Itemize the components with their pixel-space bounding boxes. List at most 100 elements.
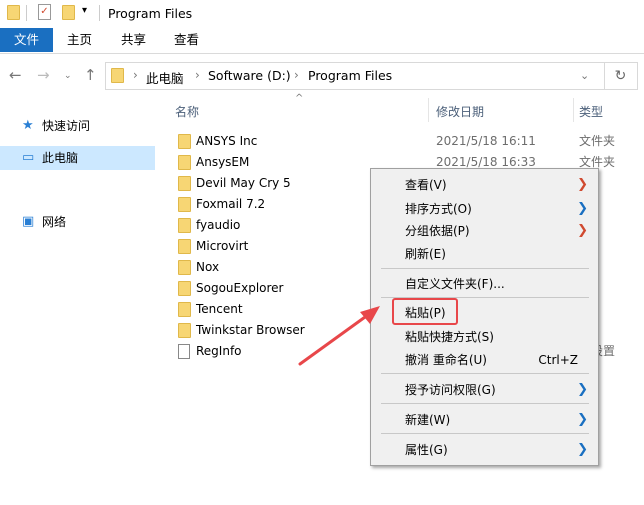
computer-icon: ▭	[22, 150, 35, 165]
file-name: Nox	[196, 260, 220, 274]
file-date: 2021/5/18 16:11	[436, 134, 536, 148]
folder-icon	[178, 302, 191, 317]
paste-highlight-box	[392, 298, 458, 325]
menu-item[interactable]: 排序方式(O) ❯	[371, 198, 598, 220]
annotation-arrow	[298, 306, 380, 366]
menu-item[interactable]: 授予访问权限(G) ❯	[371, 379, 598, 401]
menu-item[interactable]: 粘贴快捷方式(S)	[371, 326, 598, 348]
sidebar-item-network[interactable]: ▣ 网络	[0, 210, 155, 234]
menu-item-shortcut: Ctrl+Z	[538, 353, 578, 367]
chevron-down-icon[interactable]: ⌄	[580, 69, 589, 82]
menu-item-label: 刷新(E)	[405, 247, 446, 261]
column-header-name[interactable]: 名称	[175, 103, 199, 123]
breadcrumb-this-pc[interactable]: 此电脑	[146, 68, 184, 87]
recent-dropdown-icon[interactable]: ⌄	[64, 71, 72, 81]
sidebar-item-quick-access[interactable]: ★ 快速访问	[0, 114, 155, 138]
file-name: Twinkstar Browser	[196, 323, 305, 337]
folder-icon	[178, 260, 191, 275]
chevron-right-icon: ❯	[577, 177, 588, 192]
tab-home[interactable]: 主页	[55, 28, 104, 52]
menu-item[interactable]: 刷新(E)	[371, 243, 598, 265]
menu-separator	[381, 403, 589, 404]
file-type: 文件夹	[579, 134, 616, 148]
sidebar-item-label: 快速访问	[42, 119, 91, 133]
menu-item[interactable]: 分组依据(P) ❯	[371, 220, 598, 242]
sidebar-item-label: 网络	[42, 215, 67, 229]
menu-item-label: 撤消 重命名(U)	[405, 353, 487, 367]
menu-item[interactable]: 新建(W) ❯	[371, 409, 598, 431]
tab-file[interactable]: 文件	[0, 28, 53, 52]
chevron-right-icon: ›	[195, 68, 200, 82]
sort-ascending-icon: ^	[295, 93, 304, 104]
customize-quick-access-icon[interactable]: ▾	[82, 5, 87, 16]
menu-separator	[381, 268, 589, 269]
column-header-date[interactable]: 修改日期	[436, 103, 484, 123]
folder-icon	[178, 323, 191, 338]
menu-item-label: 粘贴快捷方式(S)	[405, 330, 494, 344]
file-icon	[178, 344, 190, 359]
back-icon[interactable]: ←	[9, 66, 22, 84]
chevron-right-icon: ❯	[577, 412, 588, 427]
address-bar[interactable]: › 此电脑 › Software (D:) › Program Files ⌄	[105, 62, 605, 90]
menu-separator	[381, 373, 589, 374]
sidebar-item-label: 此电脑	[42, 151, 79, 165]
file-name: Microvirt	[196, 239, 249, 253]
file-row[interactable]: ANSYS Inc 2021/5/18 16:11 文件夹	[170, 131, 640, 152]
window-title: Program Files	[108, 6, 193, 21]
menu-item-label: 新建(W)	[405, 413, 451, 427]
tab-view[interactable]: 查看	[162, 28, 211, 52]
forward-icon[interactable]: →	[37, 66, 50, 84]
chevron-right-icon: ❯	[577, 382, 588, 397]
star-icon: ★	[22, 118, 34, 133]
folder-icon	[178, 155, 191, 170]
divider	[573, 98, 574, 122]
folder-icon	[178, 218, 191, 233]
folder-icon	[178, 197, 191, 212]
chevron-right-icon: ❯	[577, 442, 588, 457]
file-name: Tencent	[196, 302, 243, 316]
network-icon: ▣	[22, 214, 35, 229]
file-name: fyaudio	[196, 218, 241, 232]
divider	[99, 5, 100, 21]
title-bar: ✓ ▾ Program Files	[0, 0, 644, 28]
file-name: Devil May Cry 5	[196, 176, 291, 190]
sidebar-item-this-pc[interactable]: ▭ 此电脑	[0, 146, 155, 170]
up-icon[interactable]: ↑	[84, 66, 97, 84]
menu-item[interactable]: 属性(G) ❯	[371, 439, 598, 461]
menu-item[interactable]: 自定义文件夹(F)...	[371, 273, 598, 295]
file-name: RegInfo	[196, 344, 242, 358]
menu-separator	[381, 433, 589, 434]
folder-icon	[7, 5, 20, 20]
new-folder-icon[interactable]	[62, 5, 75, 20]
folder-icon	[178, 239, 191, 254]
ribbon: 文件 主页 共享 查看	[0, 28, 644, 54]
menu-item-label: 属性(G)	[405, 443, 448, 457]
refresh-icon[interactable]: ↻	[604, 62, 638, 90]
properties-icon[interactable]: ✓	[38, 4, 51, 20]
menu-item-label: 授予访问权限(G)	[405, 383, 496, 397]
breadcrumb-drive[interactable]: Software (D:)	[208, 68, 291, 83]
column-header-type[interactable]: 类型	[579, 103, 603, 123]
menu-item[interactable]: 撤消 重命名(U) Ctrl+Z	[371, 349, 598, 371]
folder-icon	[111, 68, 124, 83]
menu-item-label: 查看(V)	[405, 178, 447, 192]
chevron-right-icon: ❯	[577, 201, 588, 216]
menu-item-label: 分组依据(P)	[405, 224, 470, 238]
chevron-right-icon: ›	[133, 68, 138, 82]
file-name: ANSYS Inc	[196, 134, 258, 148]
file-name: Foxmail 7.2	[196, 197, 266, 211]
chevron-right-icon: ›	[294, 68, 299, 82]
divider	[428, 98, 429, 122]
folder-icon	[178, 176, 191, 191]
file-name: AnsysEM	[196, 155, 250, 169]
menu-item-label: 排序方式(O)	[405, 202, 472, 216]
chevron-right-icon: ❯	[577, 223, 588, 238]
folder-icon	[178, 281, 191, 296]
menu-item-label: 自定义文件夹(F)...	[405, 277, 505, 291]
menu-item[interactable]: 查看(V) ❯	[371, 174, 598, 196]
divider	[26, 5, 27, 21]
file-name: SogouExplorer	[196, 281, 284, 295]
tab-share[interactable]: 共享	[109, 28, 158, 52]
folder-icon	[178, 134, 191, 149]
breadcrumb-folder[interactable]: Program Files	[308, 68, 392, 83]
